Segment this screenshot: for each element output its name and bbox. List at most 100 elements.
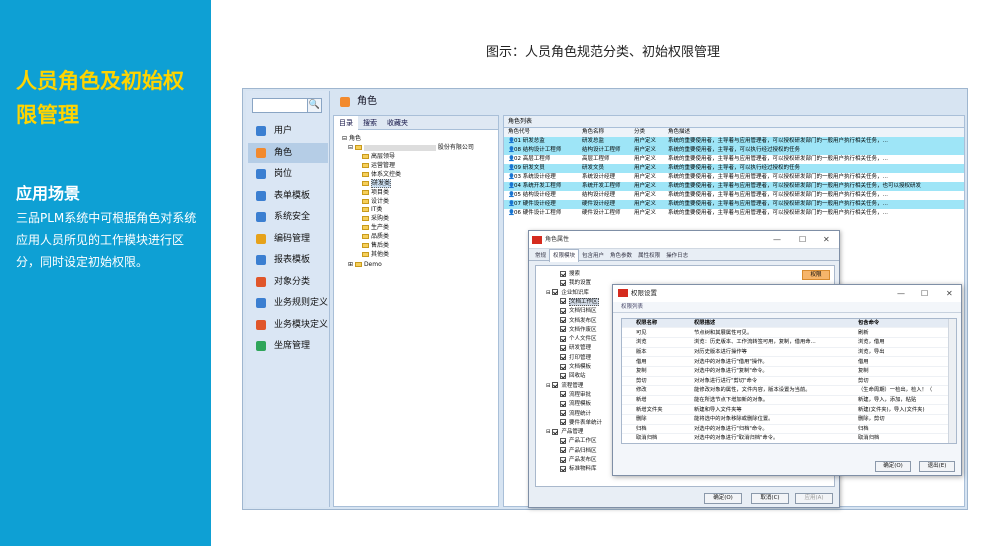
sidebar-item[interactable]: 编码管理 bbox=[248, 229, 328, 249]
module-item[interactable]: 文档模板 bbox=[560, 363, 591, 371]
module-item[interactable]: 产品工作区 bbox=[560, 437, 597, 445]
dialog-tab[interactable]: 操作日志 bbox=[663, 250, 691, 262]
module-item[interactable]: 文档作废区 bbox=[560, 326, 597, 334]
dialog-tab[interactable]: 常规 bbox=[532, 250, 549, 262]
module-item[interactable]: 文档发布区 bbox=[560, 317, 597, 325]
tree-node[interactable]: 高层领导 bbox=[362, 152, 395, 161]
permission-row[interactable]: 剪切 对对象进行进行"剪切"命令 剪切 bbox=[622, 377, 948, 387]
table-row[interactable]: 👤 07 硬件设计经理 硬件设计经理 用户定义 系统的重要使用者，主导着与应用管理者，可… bbox=[504, 200, 964, 209]
module-item[interactable]: 我的设置 bbox=[560, 279, 591, 287]
module-item[interactable]: 流程统计 bbox=[560, 410, 591, 418]
permission-row[interactable]: 取消归档 对选中的对象进行"取消归档"命令。 取消归档 bbox=[622, 434, 948, 443]
sidebar-item[interactable]: 对象分类 bbox=[248, 272, 328, 292]
module-item[interactable]: 流程模板 bbox=[560, 400, 591, 408]
perm-ok-button[interactable]: 确定(O) bbox=[875, 461, 911, 472]
tree-node[interactable]: 其他类 bbox=[362, 250, 389, 259]
sidebar-item[interactable]: 岗位 bbox=[248, 164, 328, 184]
cell-c: 归档 bbox=[858, 425, 869, 432]
tree-node[interactable]: 采购类 bbox=[362, 214, 389, 223]
minimize-icon[interactable]: — bbox=[897, 285, 905, 302]
table-row[interactable]: 👤 03 系统设计经理 系统设计经理 用户定义 系统的重要使用者，主导着与应用管理者，可… bbox=[504, 173, 964, 182]
module-item[interactable]: 标准物料库 bbox=[560, 465, 597, 473]
tree-node[interactable]: 设计类 bbox=[362, 197, 389, 206]
module-item[interactable]: 产品归档区 bbox=[560, 447, 597, 455]
tree-root[interactable]: ⊟ 角色 bbox=[342, 134, 361, 143]
module-item[interactable]: 要件表单统计 bbox=[560, 419, 602, 427]
tree-node[interactable]: 售后类 bbox=[362, 241, 389, 250]
ok-button[interactable]: 确定(O) bbox=[704, 493, 742, 504]
perm-exit-button[interactable]: 退出(E) bbox=[919, 461, 955, 472]
permission-row[interactable]: 新增文件夹 新建和导入文件夹等 新建(文件夹)，导入(文件夹) bbox=[622, 406, 948, 415]
tab-favorites[interactable]: 收藏夹 bbox=[382, 116, 413, 130]
dialog-tab[interactable]: 包含用户 bbox=[579, 250, 607, 262]
sidebar-item[interactable]: 业务规则定义 bbox=[248, 293, 328, 313]
tree-node-demo[interactable]: ⊞ Demo bbox=[348, 260, 382, 269]
module-item[interactable]: 文档归档区 bbox=[560, 307, 597, 315]
tab-search[interactable]: 搜索 bbox=[358, 116, 382, 130]
module-item[interactable]: 产品发布区 bbox=[560, 456, 597, 464]
maximize-icon[interactable]: ☐ bbox=[921, 285, 928, 302]
tree-company-label: 股份有限公司 bbox=[437, 144, 474, 151]
cell-c: 删除，剪切 bbox=[858, 416, 885, 423]
tree-node[interactable]: 生产类 bbox=[362, 223, 389, 232]
maximize-icon[interactable]: ☐ bbox=[799, 231, 806, 249]
cell-cat: 用户定义 bbox=[634, 183, 657, 189]
table-row[interactable]: 👤 05 结构设计经理 结构设计经理 用户定义 系统的重要使用者，主导着与应用管理者，可… bbox=[504, 191, 964, 200]
close-icon[interactable]: ✕ bbox=[823, 231, 830, 249]
tree-node[interactable]: 项目类 bbox=[362, 188, 389, 197]
module-item[interactable]: ⊟ 企业知识库 bbox=[546, 289, 589, 297]
dialog-tab[interactable]: 属性权限 bbox=[635, 250, 663, 262]
sidebar-item[interactable]: 业务模块定义 bbox=[248, 315, 328, 335]
column-header: 权限名称 bbox=[636, 320, 658, 326]
table-row[interactable]: 👤 06 硬件设计工程师 硬件设计工程师 用户定义 系统的重要使用者，主导着与应用管理者… bbox=[504, 209, 964, 218]
tree-node[interactable]: 研发类 bbox=[362, 178, 392, 188]
module-item[interactable]: 文档工作区 bbox=[560, 297, 599, 306]
cancel-button[interactable]: 取消(C) bbox=[751, 493, 789, 504]
tree-node[interactable]: 运营管理 bbox=[362, 161, 395, 170]
tree-node[interactable]: 体系文控类 bbox=[362, 170, 401, 179]
minimize-icon[interactable]: — bbox=[773, 231, 781, 249]
permission-row[interactable]: 新增 能在所选节点下增加新的对象。 新建，导入，添加，粘贴 bbox=[622, 396, 948, 406]
permission-button[interactable]: 权限 bbox=[802, 270, 830, 280]
tree-tabs: 目录 搜索 收藏夹 bbox=[334, 116, 498, 130]
sidebar-item[interactable]: 角色 bbox=[248, 142, 328, 163]
sidebar-item[interactable]: 表单模板 bbox=[248, 186, 328, 206]
dialog-tab[interactable]: 权限模块 bbox=[549, 249, 580, 262]
cell-desc: 系统的重要使用者，主导着与应用管理者，可以授权研发部门的一般用户执行相关任务，也… bbox=[668, 183, 922, 189]
tree-node[interactable]: 品质类 bbox=[362, 232, 389, 241]
sidebar-item[interactable]: 系统安全 bbox=[248, 207, 328, 227]
table-row[interactable]: 👤 08 结构设计工程师 结构设计工程师 用户定义 系统的重要使用者，主导者，可以执行经… bbox=[504, 146, 964, 155]
permission-row[interactable]: 借用 对选中的对象进行"借用"操作。 借用 bbox=[622, 358, 948, 367]
table-row[interactable]: 👤 01 研发总监 研发总监 用户定义 系统的重要使用者，主导着与应用管理者，可以授权研… bbox=[504, 137, 964, 146]
tree-node[interactable]: IT类 bbox=[362, 205, 382, 214]
module-item[interactable]: ⊟ 产品管理 bbox=[546, 428, 583, 436]
tree-company[interactable]: ⊟ 股份有限公司 bbox=[348, 143, 474, 152]
sidebar-item[interactable]: 坐席管理 bbox=[248, 336, 328, 356]
permission-row[interactable]: 可见 节点树和其展属性可见。 刷新 bbox=[622, 329, 948, 339]
apply-button[interactable]: 应用(A) bbox=[795, 493, 833, 504]
table-row[interactable]: 👤 04 系统开发工程师 系统开发工程师 用户定义 系统的重要使用者，主导着与应用管理者… bbox=[504, 182, 964, 191]
module-item[interactable]: ⊟ 流程管理 bbox=[546, 382, 583, 390]
permission-row[interactable]: 版本 对历史版本进行操作等 浏览，导出 bbox=[622, 348, 948, 358]
permission-row[interactable]: 删除 能将选中的对象移除或删除位置。 删除，剪切 bbox=[622, 415, 948, 425]
permission-row[interactable]: 归档 对选中的对象进行"归档"命令。 归档 bbox=[622, 425, 948, 435]
dialog-tab[interactable]: 角色参数 bbox=[607, 250, 635, 262]
permission-row[interactable]: 复制 对选中的对象进行"复制"命令。 复制 bbox=[622, 367, 948, 377]
module-item[interactable]: 回收站 bbox=[560, 372, 586, 380]
module-item[interactable]: 个人文件区 bbox=[560, 335, 597, 343]
permission-row[interactable]: 修改 能修改对象的属性，文件内容，版本设置为当前。 （生命周期）一检出，检入！（ bbox=[622, 386, 948, 396]
table-row[interactable]: 👤 09 研发文员 研发文员 用户定义 系统的重要使用者，主导者，可以执行经过授权的任务 bbox=[504, 164, 964, 173]
module-item[interactable]: 流程审批 bbox=[560, 391, 591, 399]
search-input[interactable]: 🔍 bbox=[252, 98, 322, 113]
permission-row[interactable]: 浏览 浏览：历史版本、工作流转签可用，复制，借用命… 浏览，借用 bbox=[622, 338, 948, 348]
module-item[interactable]: 打印管理 bbox=[560, 354, 591, 362]
table-row[interactable]: 👤 02 高层工程师 高层工程师 用户定义 系统的重要使用者，主导着与应用管理者，可以授… bbox=[504, 155, 964, 164]
sidebar-item[interactable]: 报表模板 bbox=[248, 250, 328, 270]
sidebar-item[interactable]: 用户 bbox=[248, 121, 328, 141]
module-item[interactable]: 搜索 bbox=[560, 270, 580, 278]
vertical-scrollbar[interactable] bbox=[948, 319, 956, 443]
search-icon[interactable]: 🔍 bbox=[307, 98, 322, 113]
close-icon[interactable]: ✕ bbox=[946, 285, 953, 302]
module-item[interactable]: 研发管理 bbox=[560, 344, 591, 352]
tab-catalog[interactable]: 目录 bbox=[334, 116, 358, 130]
